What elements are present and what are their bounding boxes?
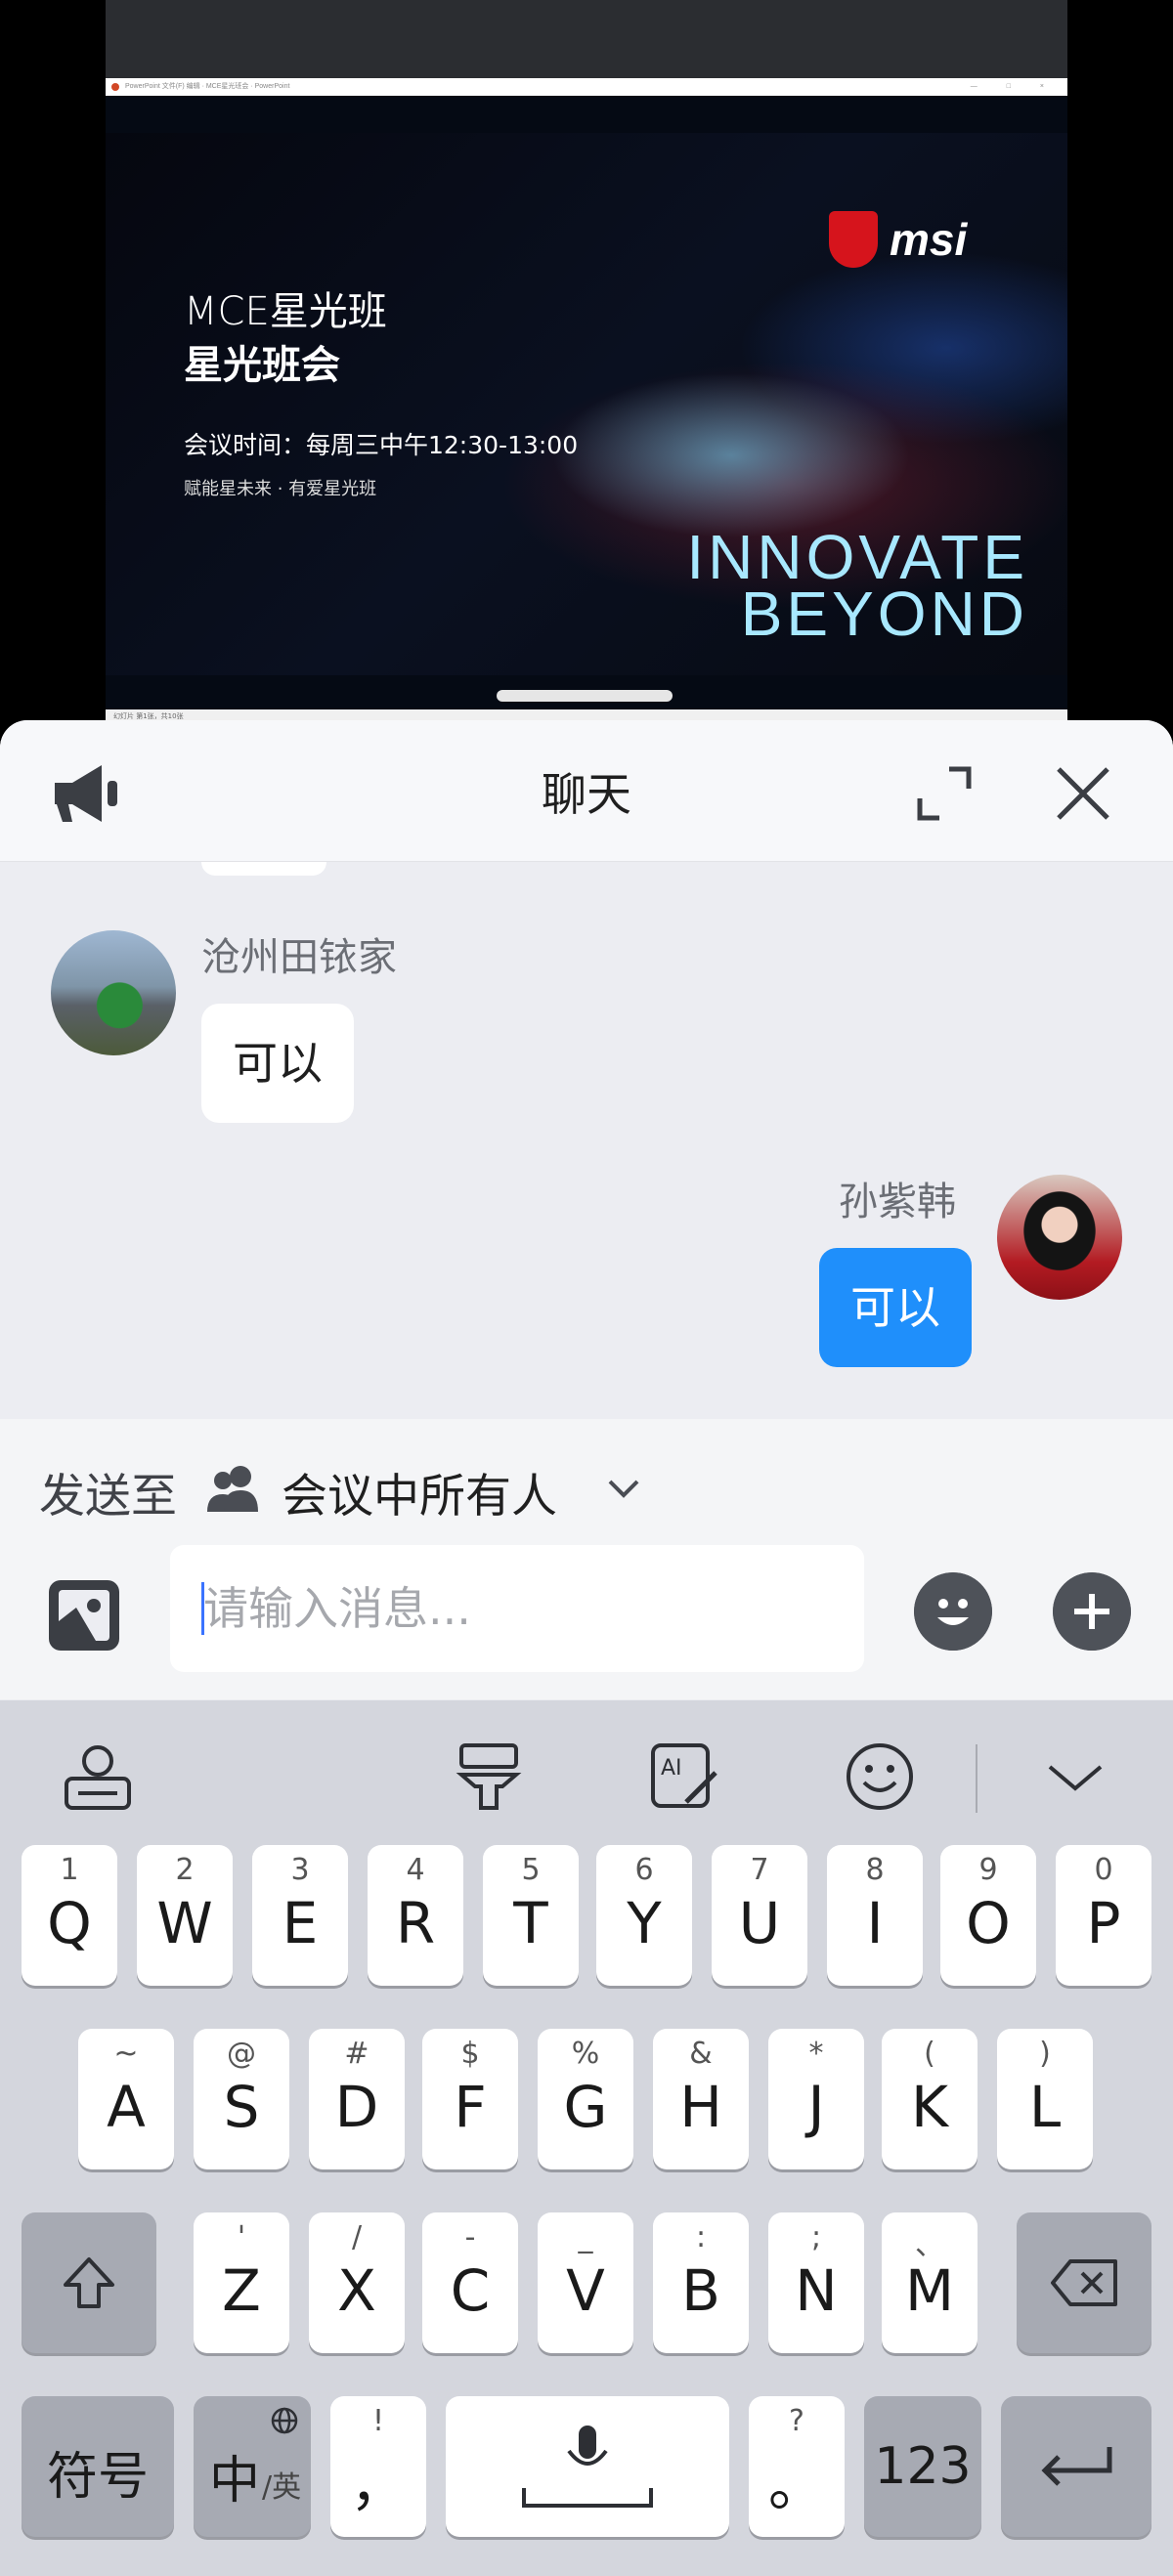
toolbar-divider [976, 1744, 978, 1813]
msi-logo: msi [829, 211, 967, 268]
sender-name: 沧州田铱家 [201, 935, 397, 980]
numbers-key[interactable]: 123 [864, 2396, 981, 2537]
key-h[interactable]: & H [653, 2029, 749, 2169]
key-t[interactable]: 5T [483, 1845, 579, 1986]
period-key[interactable]: ?。 [749, 2396, 845, 2537]
symbols-key[interactable]: 符号 [22, 2396, 174, 2537]
key-p[interactable]: 0P [1056, 1845, 1151, 1986]
language-switch-key[interactable]: 中 /英 [194, 2396, 311, 2537]
slide-slogan: INNOVATE BEYOND [686, 522, 1028, 649]
slide: msi MCE星光班 星光班会 会议时间：每周三中午12:30-13:00 赋能… [106, 133, 1067, 675]
slogan-line2: BEYOND [740, 579, 1028, 649]
send-to-label: 发送至 [39, 1470, 177, 1524]
slide-area: msi MCE星光班 星光班会 会议时间：每周三中午12:30-13:00 赋能… [106, 96, 1067, 709]
key-j[interactable]: * J [768, 2029, 864, 2169]
add-button[interactable] [1053, 1572, 1131, 1651]
key-g[interactable]: % G [538, 2029, 633, 2169]
message-input[interactable] [170, 1545, 864, 1672]
send-to-value: 会议中所有人 [282, 1470, 557, 1524]
presentation-title: PowerPoint 文件(F) 编辑 · MCE星光班会 · PowerPoi… [125, 83, 290, 90]
key-b[interactable]: :B [653, 2212, 749, 2353]
msi-dragon-shield-icon [829, 211, 878, 268]
avatar[interactable] [997, 1175, 1122, 1300]
key-z[interactable]: ' Z [194, 2212, 289, 2353]
shift-key[interactable] [22, 2212, 156, 2353]
microphone-icon [522, 2426, 653, 2508]
shared-screen: PowerPoint 文件(F) 编辑 · MCE星光班会 · PowerPoi… [0, 0, 1173, 723]
slide-meeting-time: 会议时间：每周三中午12:30-13:00 [184, 431, 579, 459]
chat-header: 聊天 [0, 720, 1173, 862]
avatar[interactable] [51, 930, 176, 1055]
key-n[interactable]: ; N [768, 2212, 864, 2353]
key-x[interactable]: / X [309, 2212, 405, 2353]
key-u[interactable]: 7U [712, 1845, 807, 1986]
lang-sub: /英 [262, 2470, 302, 2505]
key-q[interactable]: 1Q [22, 1845, 117, 1986]
people-icon [207, 1466, 258, 1512]
message-list[interactable]: 沧州田铱家 可以 孙紫韩 可以 [0, 862, 1173, 1566]
message-bubble-own[interactable]: 可以 [819, 1248, 972, 1367]
previous-message-bubble [201, 862, 326, 876]
window-buttons: — □ × [970, 83, 1058, 90]
presentation-window: PowerPoint 文件(F) 编辑 · MCE星光班会 · PowerPoi… [106, 0, 1067, 723]
sender-name: 孙紫韩 [839, 1180, 956, 1224]
slide-tagline: 赋能星未来 · 有爱星光班 [184, 479, 377, 499]
chevron-down-icon [608, 1480, 639, 1498]
key-d[interactable]: # D [309, 2029, 405, 2169]
key-a[interactable]: ~ A [78, 2029, 174, 2169]
message-composer [0, 1543, 1173, 1699]
lang-main: 中 [209, 2452, 261, 2511]
key-m[interactable]: 、 M [882, 2212, 978, 2353]
chat-title: 聊天 [542, 768, 631, 821]
keyboard-toolbar: AI [0, 1700, 1173, 1852]
enter-arrow-icon [1041, 2447, 1112, 2486]
soft-keyboard: AI 1Q 2W 3E 4R 5T 6Y 7U 8I 9O 0P ~ A @ S #… [0, 1700, 1173, 2576]
svg-text:AI: AI [661, 1756, 682, 1781]
keyboard-globe-icon[interactable] [61, 1739, 135, 1814]
comma-key[interactable]: !， [330, 2396, 426, 2537]
brush-icon[interactable] [452, 1739, 526, 1814]
key-v[interactable]: _ V [538, 2212, 633, 2353]
emoji-button[interactable] [914, 1572, 992, 1651]
globe-icon [271, 2407, 298, 2434]
space-key[interactable] [446, 2396, 729, 2537]
key-e[interactable]: 3E [252, 1845, 348, 1986]
key-w[interactable]: 2W [137, 1845, 233, 1986]
emoji-icon[interactable] [843, 1739, 917, 1814]
key-i[interactable]: 8I [827, 1845, 923, 1986]
backspace-icon [1051, 2259, 1117, 2306]
backspace-key[interactable] [1017, 2212, 1151, 2353]
key-f[interactable]: $ F [422, 2029, 518, 2169]
slide-title-line2: 星光班会 [184, 343, 340, 388]
message-bubble[interactable]: 可以 [201, 1004, 354, 1123]
key-l[interactable]: ) L [997, 2029, 1093, 2169]
powerpoint-app-icon [111, 83, 119, 91]
drag-handle[interactable] [497, 690, 673, 702]
brand-name: msi [890, 214, 968, 265]
key-o[interactable]: 9O [940, 1845, 1036, 1986]
expand-icon[interactable] [914, 763, 975, 824]
text-caret [201, 1582, 204, 1635]
close-icon[interactable] [1053, 763, 1113, 824]
key-s[interactable]: @ S [194, 2029, 289, 2169]
slogan-line1: INNOVATE [686, 522, 1028, 592]
key-k[interactable]: (K [882, 2029, 978, 2169]
ai-write-icon[interactable]: AI [647, 1739, 721, 1814]
image-icon[interactable] [47, 1578, 121, 1653]
slide-title-line1: MCE星光班 [184, 289, 387, 334]
key-y[interactable]: 6Y [596, 1845, 692, 1986]
key-r[interactable]: 4R [368, 1845, 463, 1986]
collapse-chevron-icon[interactable] [1038, 1739, 1112, 1814]
key-c[interactable]: -C [422, 2212, 518, 2353]
enter-key[interactable] [1001, 2396, 1151, 2537]
presentation-titlebar: PowerPoint 文件(F) 编辑 · MCE星光班会 · PowerPoi… [106, 78, 1067, 96]
shift-arrow-icon [64, 2257, 114, 2308]
